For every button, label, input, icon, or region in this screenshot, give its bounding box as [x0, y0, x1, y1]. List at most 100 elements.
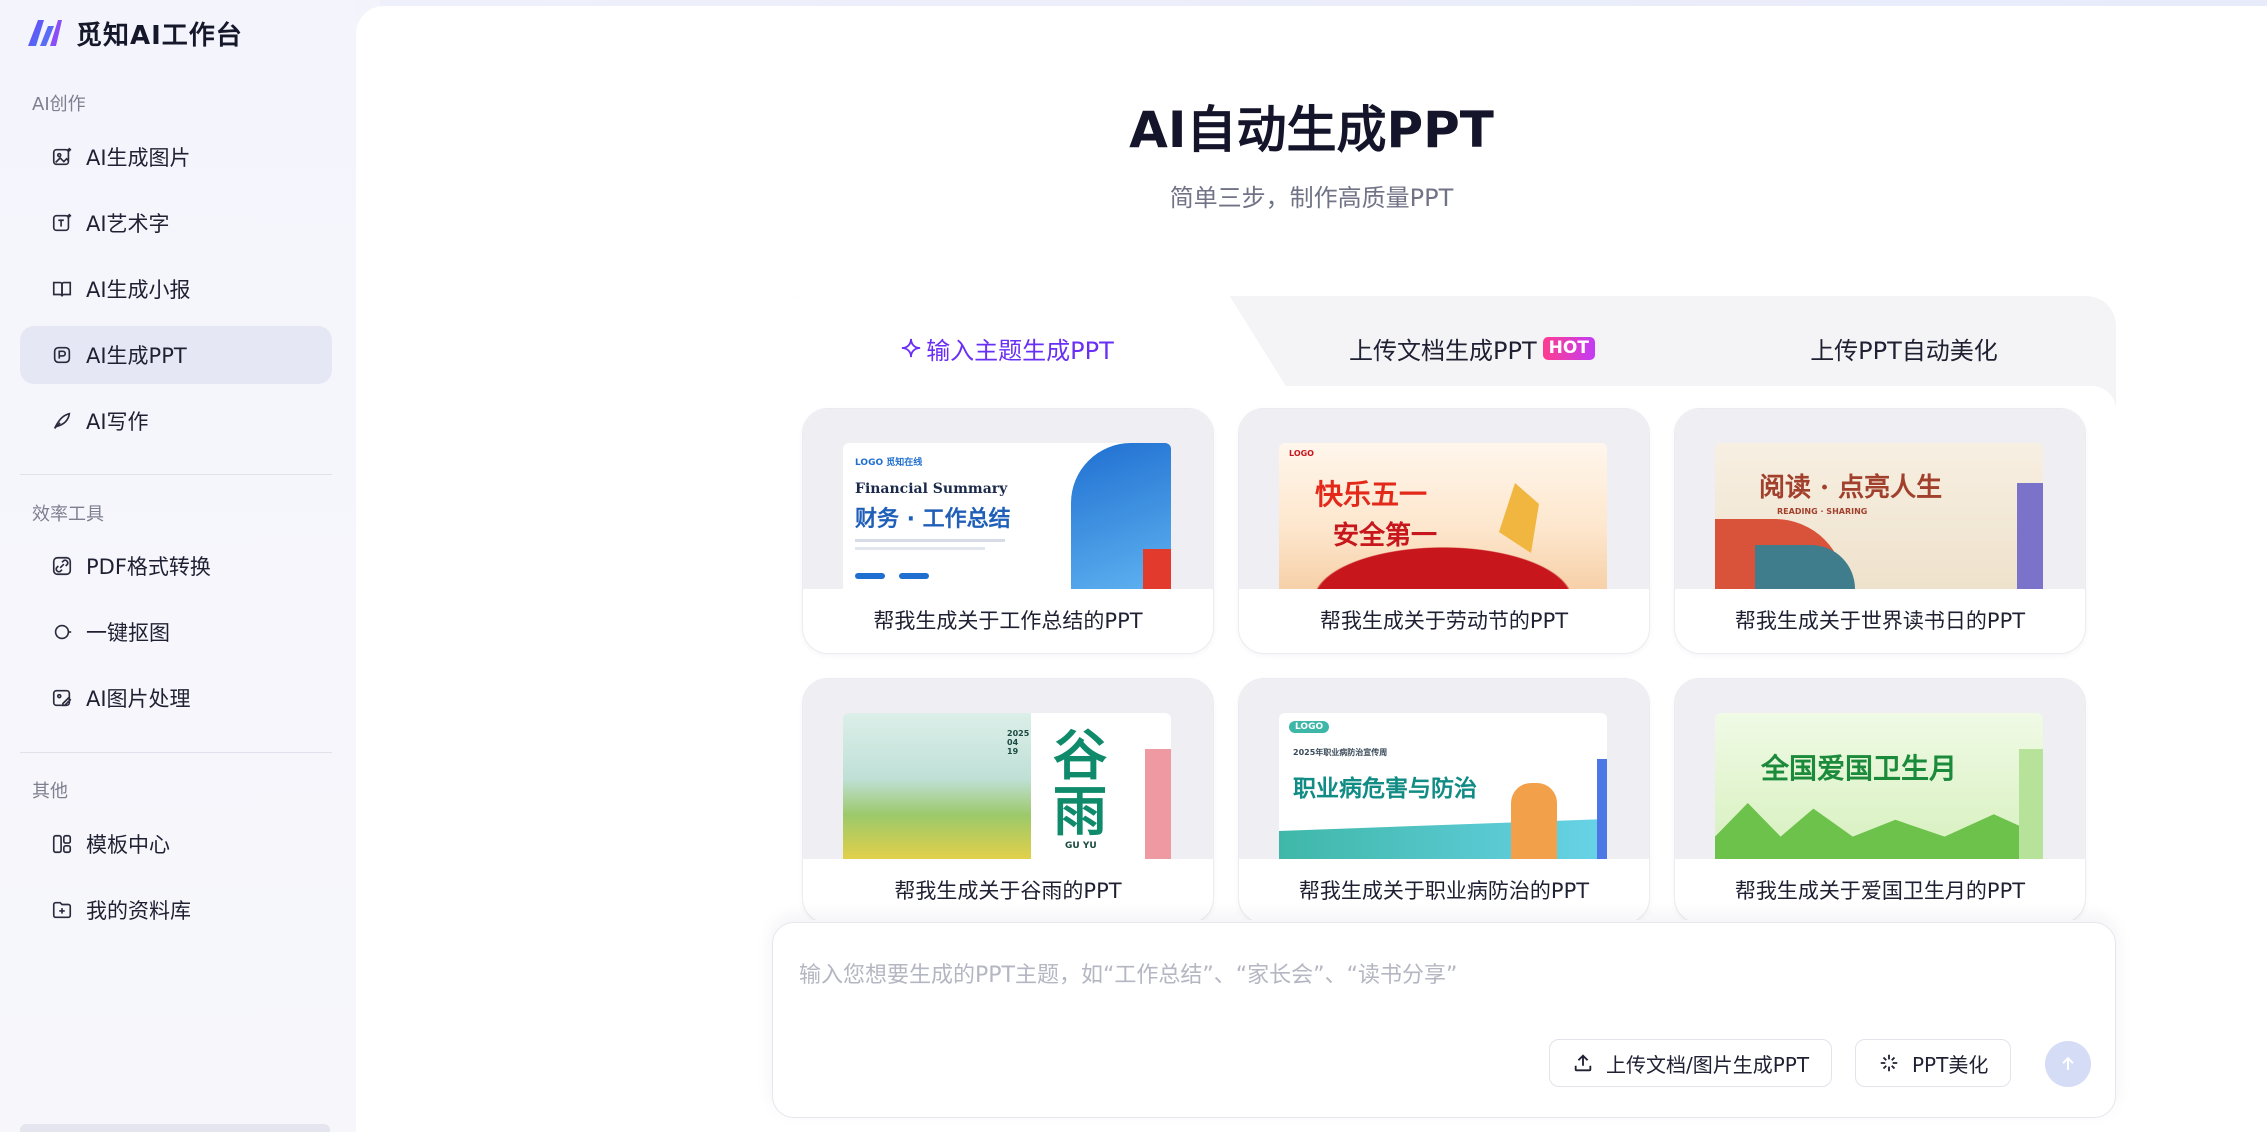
template-thumbnail: 阅读 · 点亮人生 READING · SHARING [1715, 443, 2043, 589]
section-title-ai-create: AI创作 [32, 94, 86, 115]
tab-beautify-ppt[interactable]: 上传PPT自动美化 [1692, 328, 2116, 368]
template-thumbnail: LOGO 觅知在线 Financial Summary 财务 · 工作总结 [843, 443, 1171, 589]
thumb-shape [2019, 749, 2043, 859]
sidebar-item-label: AI艺术字 [86, 212, 170, 236]
sidebar: 觅知AI工作台 AI创作 AI生成图片 AI艺术字 AI生成小报 AI生成PPT… [0, 0, 356, 1132]
tab-upload-doc[interactable]: 上传文档生成PPT HOT [1262, 328, 1682, 368]
thumb-subtitle: 2025年职业病防治宣传周 [1293, 748, 1388, 757]
thumb-shape [1143, 549, 1171, 589]
generator-card: 输入主题生成PPT 上传文档生成PPT HOT 上传PPT自动美化 LOGO 觅… [772, 296, 2116, 920]
sidebar-item-library[interactable]: 我的资料库 [20, 881, 332, 939]
upload-button-label: 上传文档/图片生成PPT [1606, 1052, 1810, 1077]
sidebar-item-label: AI图片处理 [86, 687, 191, 711]
thumb-shape [1279, 819, 1607, 859]
sidebar-item-pdf-convert[interactable]: PDF格式转换 [20, 537, 332, 595]
template-card-grain-rain[interactable]: 谷雨 2025 04 19 GU YU 帮我生成关于谷雨的PPT [802, 678, 1214, 920]
template-card-work-summary[interactable]: LOGO 觅知在线 Financial Summary 财务 · 工作总结 帮我… [802, 408, 1214, 654]
tab-label: 输入主题生成PPT [926, 336, 1114, 365]
template-card-health-month[interactable]: 全国爱国卫生月 帮我生成关于爱国卫生月的PPT [1674, 678, 2086, 920]
thumb-shape [1279, 533, 1607, 589]
tab-topic-generate[interactable]: 输入主题生成PPT [772, 328, 1242, 368]
sidebar-divider [20, 752, 332, 753]
sidebar-item-label: 一键抠图 [86, 621, 170, 645]
send-button[interactable] [2045, 1041, 2091, 1087]
upload-doc-image-button[interactable]: 上传文档/图片生成PPT [1549, 1039, 1833, 1087]
thumb-shape [1755, 545, 1855, 589]
sidebar-item-label: PDF格式转换 [86, 555, 211, 579]
template-icon [50, 832, 74, 856]
sidebar-item-templates[interactable]: 模板中心 [20, 815, 332, 873]
thumb-title: 快乐五一 [1315, 478, 1428, 511]
sidebar-item-label: AI生成图片 [86, 146, 191, 170]
sidebar-item-ai-art-text[interactable]: AI艺术字 [20, 194, 332, 252]
sidebar-item-label: AI写作 [86, 410, 149, 434]
prompt-box: 上传文档/图片生成PPT PPT美化 [772, 922, 2116, 1118]
cutout-icon [50, 620, 74, 644]
arrow-up-icon [2062, 1056, 2074, 1070]
upload-icon [1574, 1054, 1592, 1072]
sidebar-item-label: AI生成小报 [86, 278, 191, 302]
thumb-shape [2017, 483, 2043, 589]
sidebar-item-ai-image[interactable]: AI生成图片 [20, 128, 332, 186]
thumb-subtitle: Financial Summary [855, 481, 1008, 497]
sidebar-item-label: 模板中心 [86, 833, 170, 857]
book-icon [50, 277, 74, 301]
sidebar-divider [20, 474, 332, 475]
thumb-shape [1715, 803, 2043, 859]
tab-label: 上传PPT自动美化 [1810, 336, 1998, 365]
brand-logo-icon [28, 20, 62, 46]
main-panel: AI自动生成PPT 简单三步，制作高质量PPT 输入主题生成PPT 上传文档生成… [356, 6, 2267, 1132]
thumb-title: 阅读 · 点亮人生 [1759, 473, 1943, 503]
template-caption: 帮我生成关于职业病防治的PPT [1298, 879, 1590, 903]
sidebar-item-ai-newsletter[interactable]: AI生成小报 [20, 260, 332, 318]
thumb-shape [1145, 749, 1171, 859]
hot-badge: HOT [1542, 336, 1595, 360]
template-caption: 帮我生成关于工作总结的PPT [873, 609, 1143, 633]
template-card-reading-day[interactable]: 阅读 · 点亮人生 READING · SHARING 帮我生成关于世界读书日的… [1674, 408, 2086, 654]
sidebar-user-panel[interactable] [20, 1124, 330, 1132]
thumb-subtitle: 安全第一 [1333, 521, 1438, 551]
thumb-shape [1511, 783, 1557, 859]
thumb-line [855, 547, 985, 550]
thumb-logo: LOGO [1289, 449, 1314, 458]
sparkle-burst-icon [1880, 1054, 1898, 1072]
quill-icon [50, 409, 74, 433]
thumb-pill [899, 573, 929, 579]
sidebar-item-ai-ppt[interactable]: AI生成PPT [20, 326, 332, 384]
prompt-input[interactable] [799, 955, 2089, 995]
template-caption: 帮我生成关于世界读书日的PPT [1734, 609, 2026, 633]
link-convert-icon [50, 554, 74, 578]
thumb-shape [1597, 759, 1607, 859]
ppt-icon [50, 343, 74, 367]
sidebar-item-ai-writing[interactable]: AI写作 [20, 392, 332, 450]
brand[interactable]: 觅知AI工作台 [26, 16, 243, 51]
template-thumbnail: 全国爱国卫生月 [1715, 713, 2043, 859]
sidebar-item-label: 我的资料库 [86, 899, 191, 923]
template-card-occupational-disease[interactable]: LOGO 2025年职业病防治宣传周 职业病危害与防治 帮我生成关于职业病防治的… [1238, 678, 1650, 920]
ppt-beautify-button[interactable]: PPT美化 [1855, 1039, 2012, 1087]
template-thumbnail: LOGO 快乐五一 安全第一 [1279, 443, 1607, 589]
thumb-date: 2025 04 19 [1007, 729, 1030, 756]
image-edit-icon [50, 686, 74, 710]
brand-name: 觅知AI工作台 [76, 20, 243, 51]
thumb-title: 财务 · 工作总结 [855, 507, 1011, 532]
sidebar-item-image-process[interactable]: AI图片处理 [20, 669, 332, 727]
page-title: AI自动生成PPT [1129, 101, 1494, 159]
template-caption: 帮我生成关于爱国卫生月的PPT [1734, 879, 2026, 903]
template-thumbnail: LOGO 2025年职业病防治宣传周 职业病危害与防治 [1279, 713, 1607, 859]
image-sparkle-icon [50, 145, 74, 169]
template-card-labor-day[interactable]: LOGO 快乐五一 安全第一 帮我生成关于劳动节的PPT [1238, 408, 1650, 654]
sidebar-item-label: AI生成PPT [86, 344, 187, 368]
text-sparkle-icon [50, 211, 74, 235]
thumb-subtitle: GU YU [1065, 841, 1097, 851]
template-thumbnail: 谷雨 2025 04 19 GU YU [843, 713, 1171, 859]
sidebar-item-cutout[interactable]: 一键抠图 [20, 603, 332, 661]
sparkle-icon [901, 338, 921, 358]
template-caption: 帮我生成关于谷雨的PPT [894, 879, 1122, 903]
template-caption: 帮我生成关于劳动节的PPT [1319, 609, 1569, 633]
page-subtitle: 简单三步，制作高质量PPT [1169, 184, 1454, 212]
section-title-other: 其他 [32, 781, 68, 802]
thumb-line [855, 539, 1005, 542]
thumb-title: 全国爱国卫生月 [1761, 752, 1958, 785]
thumb-logo: LOGO 觅知在线 [855, 458, 923, 468]
